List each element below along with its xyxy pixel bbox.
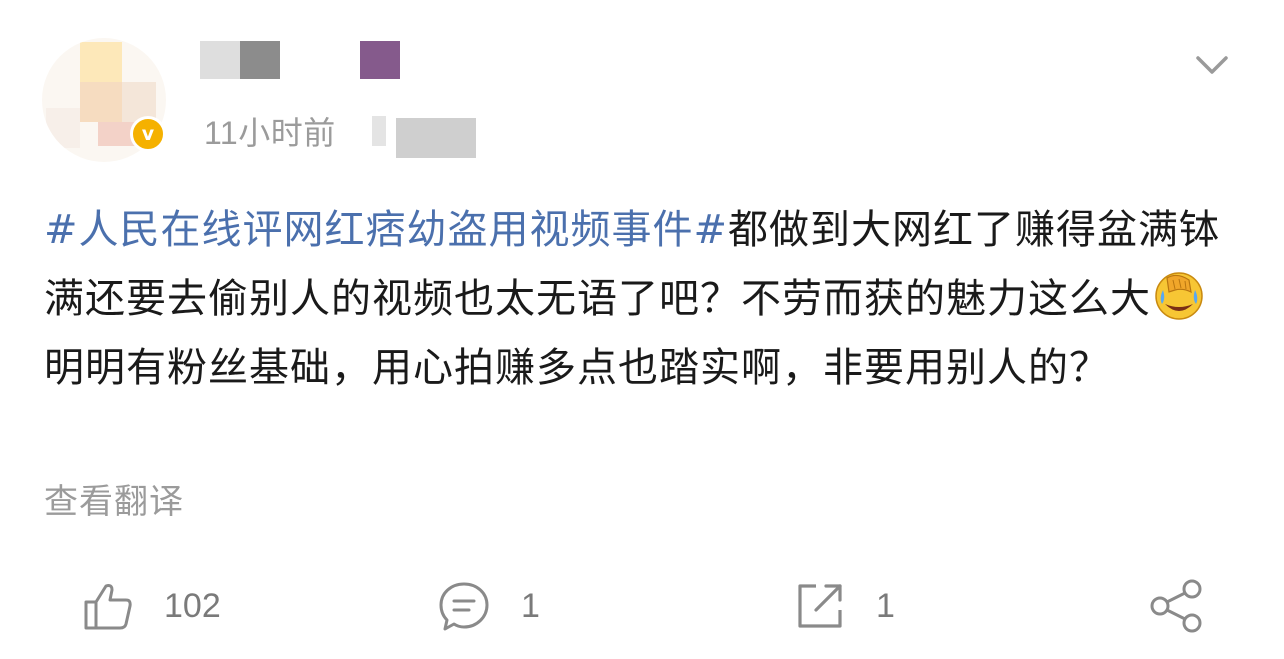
share-button[interactable]	[1148, 578, 1204, 634]
comment-count: 1	[521, 586, 540, 625]
like-count: 102	[164, 586, 221, 625]
avatar[interactable]: v	[42, 38, 166, 162]
repost-icon	[798, 584, 842, 628]
username-blurred[interactable]	[200, 40, 400, 80]
hashtag-link[interactable]: #人民在线评网红痞幼盗用视频事件#	[44, 207, 728, 253]
translate-link[interactable]: 查看翻译	[44, 474, 184, 523]
repost-count: 1	[876, 586, 895, 625]
post-text: #人民在线评网红痞幼盗用视频事件#都做到大网红了赚得盆满钵满还要去偷别人的视频也…	[44, 196, 1240, 403]
verified-badge-icon: v	[130, 116, 166, 152]
post-time: 11小时前	[204, 115, 336, 151]
post-text-part2: 明明有粉丝基础，用心拍赚多点也踏实啊，非要用别人的？	[44, 345, 1110, 391]
repost-button[interactable]: 1	[794, 578, 895, 634]
facepalm-laughing-emoji-icon	[1155, 272, 1203, 320]
post-meta: 11小时前	[204, 104, 476, 158]
comment-icon	[439, 582, 489, 631]
thumbs-up-icon	[84, 584, 132, 630]
comment-button[interactable]: 1	[437, 578, 540, 634]
like-button[interactable]: 102	[82, 578, 221, 634]
post-source-blurred	[371, 104, 476, 158]
share-icon	[1150, 579, 1202, 633]
chevron-down-icon[interactable]	[1192, 48, 1232, 82]
